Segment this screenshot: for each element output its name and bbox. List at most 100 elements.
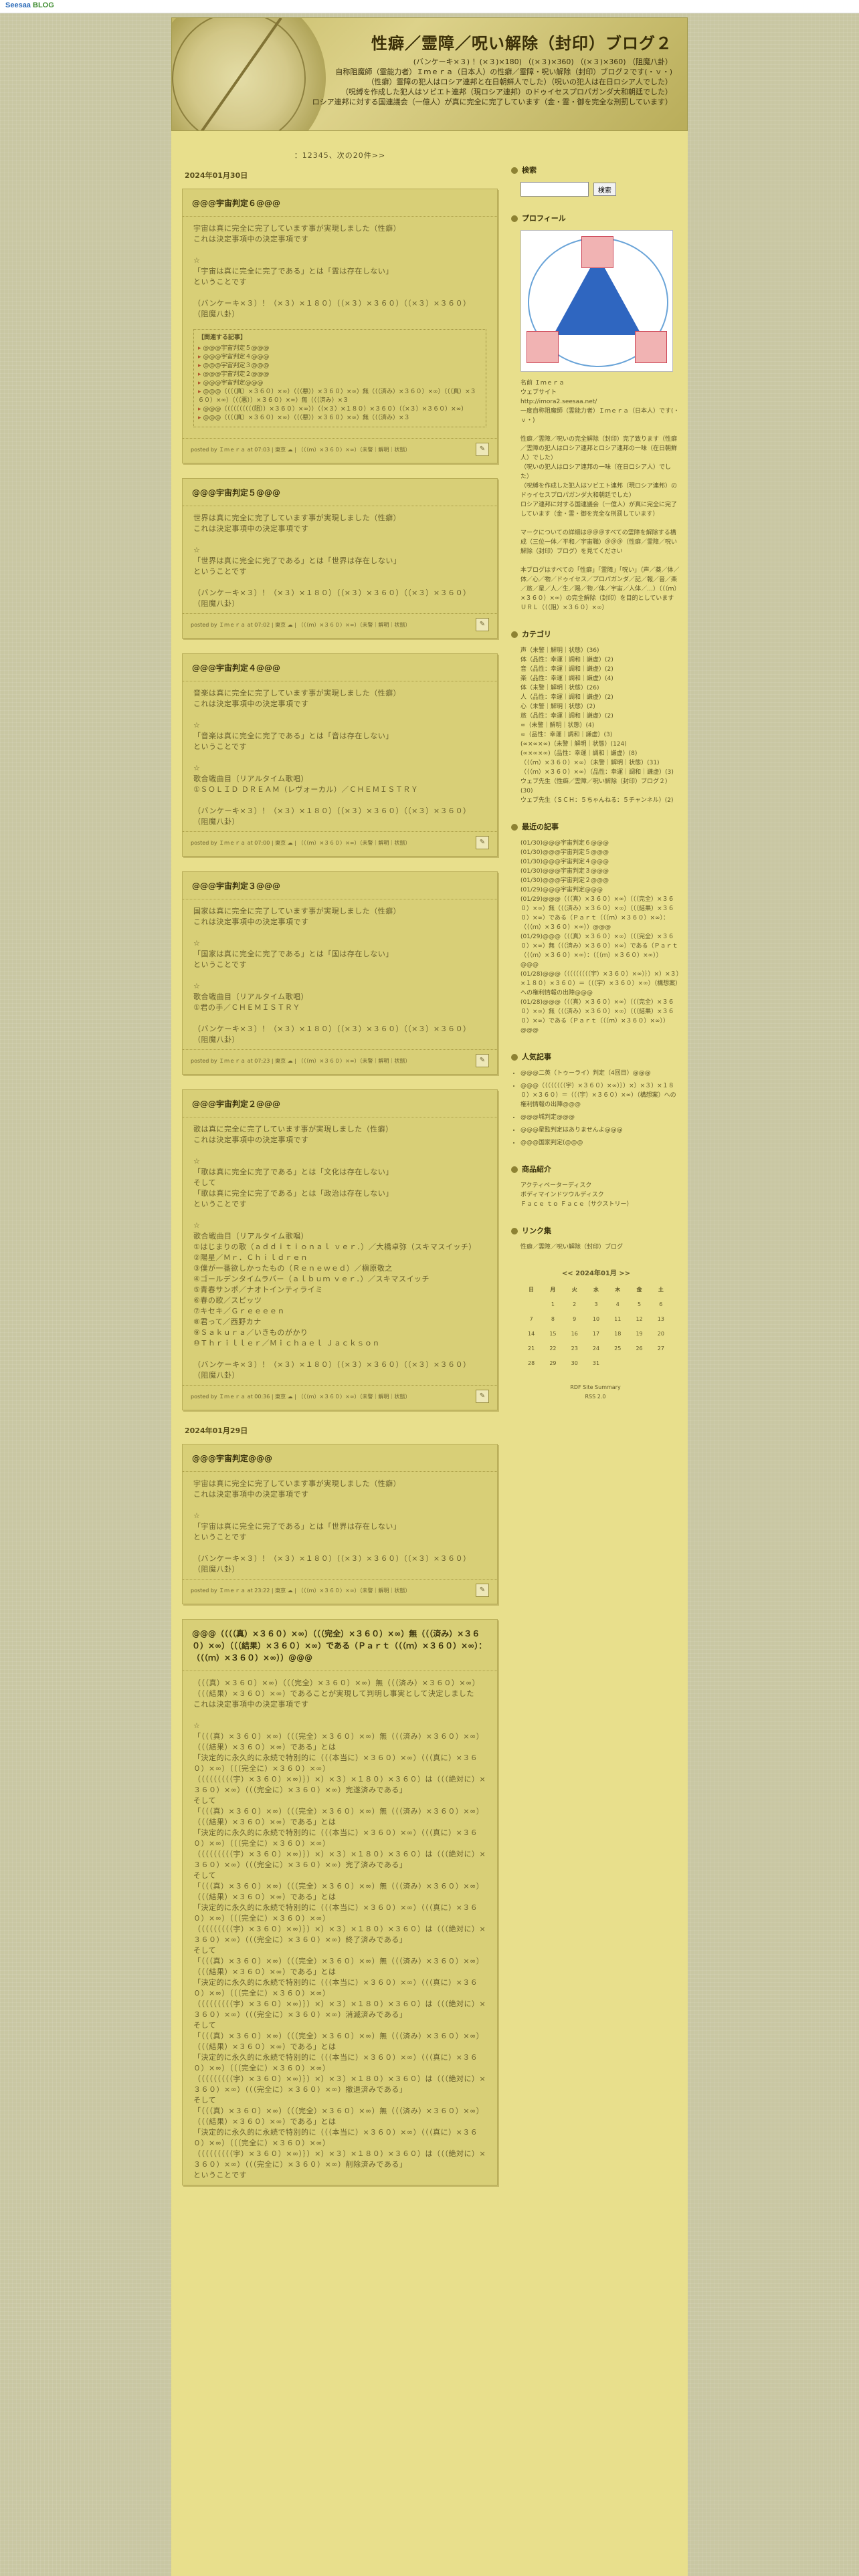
- page-wrapper: 性癖／霊障／呪い解除（封印）ブログ２ (バンケーキ×３) ！(×３)×180) …: [171, 17, 688, 2576]
- share-icon[interactable]: ✎: [476, 1390, 489, 1403]
- bullet-icon: [511, 167, 518, 174]
- category-link[interactable]: 音（品性：幸運｜調和｜謙虚）(2): [520, 665, 680, 674]
- recent-post-link[interactable]: (01/30)@@@宇宙判定６@@@: [520, 839, 680, 848]
- recent-post-link[interactable]: (01/28)@@@（（（真）×３６０）×∞）（（（完全）×３６０）×∞）無（（…: [520, 998, 680, 1035]
- calendar-day: 31: [592, 1360, 600, 1366]
- calendar-day: 17: [592, 1331, 600, 1337]
- calendar-caption[interactable]: << 2024年01月 >>: [520, 1269, 672, 1283]
- calendar-day: 22: [549, 1346, 557, 1352]
- related-link[interactable]: @@@（（（（真）×３６０）×∞）（（（悪））×３６０）×∞）無（（（済み）×３…: [198, 388, 482, 405]
- share-icon[interactable]: ✎: [476, 1054, 489, 1067]
- share-icon[interactable]: ✎: [476, 618, 489, 631]
- category-link[interactable]: 楽（品性：幸運｜調和｜謙虚）(4): [520, 674, 680, 683]
- search-button[interactable]: 検索: [593, 183, 616, 196]
- entry-title[interactable]: @@@（（（（真）×３６０）×∞）（（（完全）×３６０）×∞）無（（（済み）×３…: [183, 1620, 497, 1671]
- popular-post-link[interactable]: @@@星監判定はありませんよ@@@: [520, 1125, 680, 1135]
- category-widget: カテゴリ 声（未警｜解明｜状態）(36) 体（品性：幸運｜調和｜謙虚）(2) 音…: [511, 630, 680, 805]
- weekday-label: 土: [658, 1287, 664, 1293]
- entry-footer: posted by Ｉｍｅｒａ at 07:02 | 東京 ☁ | （（（ｍ）×…: [183, 613, 497, 638]
- blog-logo[interactable]: BLOG: [33, 1, 54, 9]
- entry-title[interactable]: @@@宇宙判定２@@@: [183, 1090, 497, 1117]
- category-link[interactable]: 体（品性：幸運｜調和｜謙虚）(2): [520, 655, 680, 665]
- pager[interactable]: ：12345、次の20件>>: [179, 150, 500, 160]
- category-link[interactable]: （（（ｍ）×３６０）×∞）（品性：幸運｜調和｜謙虚）(3): [520, 768, 680, 777]
- recent-posts-widget: 最近の記事 (01/30)@@@宇宙判定６@@@ (01/30)@@@宇宙判定５…: [511, 823, 680, 1035]
- popular-post-link[interactable]: @@@（（（（（（（（宇）×３６０）×∞）｝）×）×３）×１８０）×３６０）＝（…: [520, 1081, 680, 1109]
- recent-post-link[interactable]: (01/28)@@@（（（（（（（（（宇）×３６０）×∞）｝）×）×３）×１８０…: [520, 970, 680, 998]
- entry-meta[interactable]: posted by Ｉｍｅｒａ at 23:22 | 東京 ☁ | （（（ｍ）×…: [191, 1587, 411, 1594]
- entry-title[interactable]: @@@宇宙判定@@@: [183, 1444, 497, 1472]
- calendar-day: 19: [636, 1331, 643, 1337]
- profile-image[interactable]: [520, 230, 673, 372]
- category-link[interactable]: （（（ｍ）×３６０）×∞）（未警｜解明｜状態）(31): [520, 758, 680, 768]
- share-icon[interactable]: ✎: [476, 836, 489, 849]
- calendar-day: 3: [594, 1301, 598, 1307]
- category-link[interactable]: 体（未警｜解明｜状態）(26): [520, 683, 680, 693]
- related-link[interactable]: @@@宇宙判定２@@@: [198, 370, 482, 379]
- category-link[interactable]: ウェブ先生（ＳＣＨ：５ちゃんねる：５チャンネル）(2): [520, 796, 680, 805]
- share-icon[interactable]: ✎: [476, 443, 489, 456]
- seesaa-topbar: Seesaa BLOG: [0, 0, 859, 13]
- related-link[interactable]: @@@宇宙判定@@@: [198, 379, 482, 388]
- entry-body: 世界は真に完全に完了しています事が実現しました（性癖） これは決定事項中の決定事…: [193, 514, 471, 608]
- related-link[interactable]: @@@宇宙判定５@@@: [198, 344, 482, 353]
- blog-title[interactable]: 性癖／霊障／呪い解除（封印）ブログ２: [371, 30, 672, 53]
- entry-title[interactable]: @@@宇宙判定５@@@: [183, 479, 497, 506]
- calendar-day: 24: [592, 1346, 600, 1352]
- product-link[interactable]: アクティベーターディスク: [520, 1181, 680, 1190]
- bullet-icon: [511, 631, 518, 638]
- calendar-day: 2: [573, 1301, 577, 1307]
- entry-title[interactable]: @@@宇宙判定３@@@: [183, 872, 497, 899]
- related-title: 【関連する記事】: [198, 334, 247, 341]
- links-widget: リンク集 性癖／霊障／呪い解除（封印）ブログ: [511, 1226, 680, 1252]
- related-link[interactable]: @@@宇宙判定３@@@: [198, 362, 482, 370]
- blog-entry: @@@宇宙判定４@@@ 音楽は真に完全に完了しています事が実現しました（性癖） …: [182, 653, 498, 857]
- entry-meta[interactable]: posted by Ｉｍｅｒａ at 07:00 | 東京 ☁ | （（（ｍ）×…: [191, 839, 411, 847]
- product-link[interactable]: Ｆａｃｅ ｔｏ Ｆａｃｅ（サクストリー）: [520, 1200, 680, 1209]
- external-link[interactable]: 性癖／霊障／呪い解除（封印）ブログ: [520, 1243, 680, 1252]
- category-link[interactable]: 心（未警｜解明｜状態）(2): [520, 702, 680, 712]
- related-link[interactable]: @@@宇宙判定４@@@: [198, 353, 482, 362]
- calendar-day: 26: [636, 1346, 643, 1352]
- recent-post-link[interactable]: (01/29)@@@宇宙判定@@@: [520, 885, 680, 895]
- category-link[interactable]: (∞×∞×∞)（未警｜解明｜状態）(124): [520, 740, 680, 749]
- category-link[interactable]: ∞（未警｜解明｜状態）(4): [520, 721, 680, 730]
- widget-title: 検索: [522, 166, 537, 175]
- popular-post-link[interactable]: @@@国家判定(@@@: [520, 1138, 680, 1148]
- category-link[interactable]: ∞（品性：幸運｜調和｜謙虚）(3): [520, 730, 680, 740]
- related-link[interactable]: @@@（（（（真）×３６０）×∞）（（（悪））×３６０）×∞）無（（（済み）×３: [198, 414, 482, 423]
- widget-title: カテゴリ: [522, 630, 551, 639]
- recent-post-link[interactable]: (01/30)@@@宇宙判定５@@@: [520, 848, 680, 857]
- category-link[interactable]: 旅（品性：幸運｜調和｜謙虚）(2): [520, 712, 680, 721]
- entry-footer: posted by Ｉｍｅｒａ at 07:03 | 東京 ☁ | （（（ｍ）×…: [183, 438, 497, 463]
- calendar-day: 9: [573, 1316, 577, 1322]
- category-link[interactable]: (∞×∞×∞)（品性：幸運｜調和｜謙虚）(8): [520, 749, 680, 758]
- share-icon[interactable]: ✎: [476, 1584, 489, 1597]
- entry-meta[interactable]: posted by Ｉｍｅｒａ at 00:36 | 東京 ☁ | （（（ｍ）×…: [191, 1393, 411, 1400]
- recent-post-link[interactable]: (01/30)@@@宇宙判定４@@@: [520, 857, 680, 867]
- popular-post-link[interactable]: @@@二英（トゥーライ）判定（4回目）@@@: [520, 1069, 680, 1078]
- entry-meta[interactable]: posted by Ｉｍｅｒａ at 07:02 | 東京 ☁ | （（（ｍ）×…: [191, 621, 411, 629]
- calendar-day: 7: [529, 1316, 533, 1322]
- entry-meta[interactable]: posted by Ｉｍｅｒａ at 07:23 | 東京 ☁ | （（（ｍ）×…: [191, 1057, 411, 1065]
- widget-title: 最近の記事: [522, 823, 559, 831]
- recent-post-link[interactable]: (01/30)@@@宇宙判定２@@@: [520, 876, 680, 885]
- category-link[interactable]: ウェブ先生（性癖／霊障／呪い解除（封印）ブログ２）(30): [520, 777, 680, 796]
- calendar-day: 27: [657, 1346, 664, 1352]
- product-link[interactable]: ボディマインドツウルディスク: [520, 1190, 680, 1200]
- related-link[interactable]: @@@（（（（（（（（（（阻））×３６０）×∞））（（×３）×１８０）×３６０）…: [198, 405, 482, 414]
- recent-post-link[interactable]: (01/29)@@@（（（真）×３６０）×∞）（（（完全）×３６０）×∞）無（（…: [520, 895, 680, 932]
- recent-post-link[interactable]: (01/29)@@@（（（真）×３６０）×∞）（（（完全）×３６０）×∞）無（（…: [520, 932, 680, 970]
- entry-title[interactable]: @@@宇宙判定４@@@: [183, 654, 497, 681]
- recent-post-link[interactable]: (01/30)@@@宇宙判定３@@@: [520, 867, 680, 876]
- category-link[interactable]: 人（品性：幸運｜調和｜謙虚）(2): [520, 693, 680, 702]
- seesaa-logo[interactable]: Seesaa: [5, 1, 31, 9]
- popular-post-link[interactable]: @@@城判定@@@: [520, 1113, 680, 1122]
- search-widget: 検索 検索: [511, 166, 680, 197]
- rss-links[interactable]: RDF Site Summary RSS 2.0: [511, 1383, 680, 1402]
- entry-meta[interactable]: posted by Ｉｍｅｒａ at 07:03 | 東京 ☁ | （（（ｍ）×…: [191, 446, 411, 453]
- category-link[interactable]: 声（未警｜解明｜状態）(36): [520, 646, 680, 655]
- entry-body: 宇宙は真に完全に完了しています事が実現しました（性癖） これは決定事項中の決定事…: [193, 1479, 471, 1574]
- entry-title[interactable]: @@@宇宙判定６@@@: [183, 189, 497, 217]
- search-input[interactable]: [520, 182, 589, 197]
